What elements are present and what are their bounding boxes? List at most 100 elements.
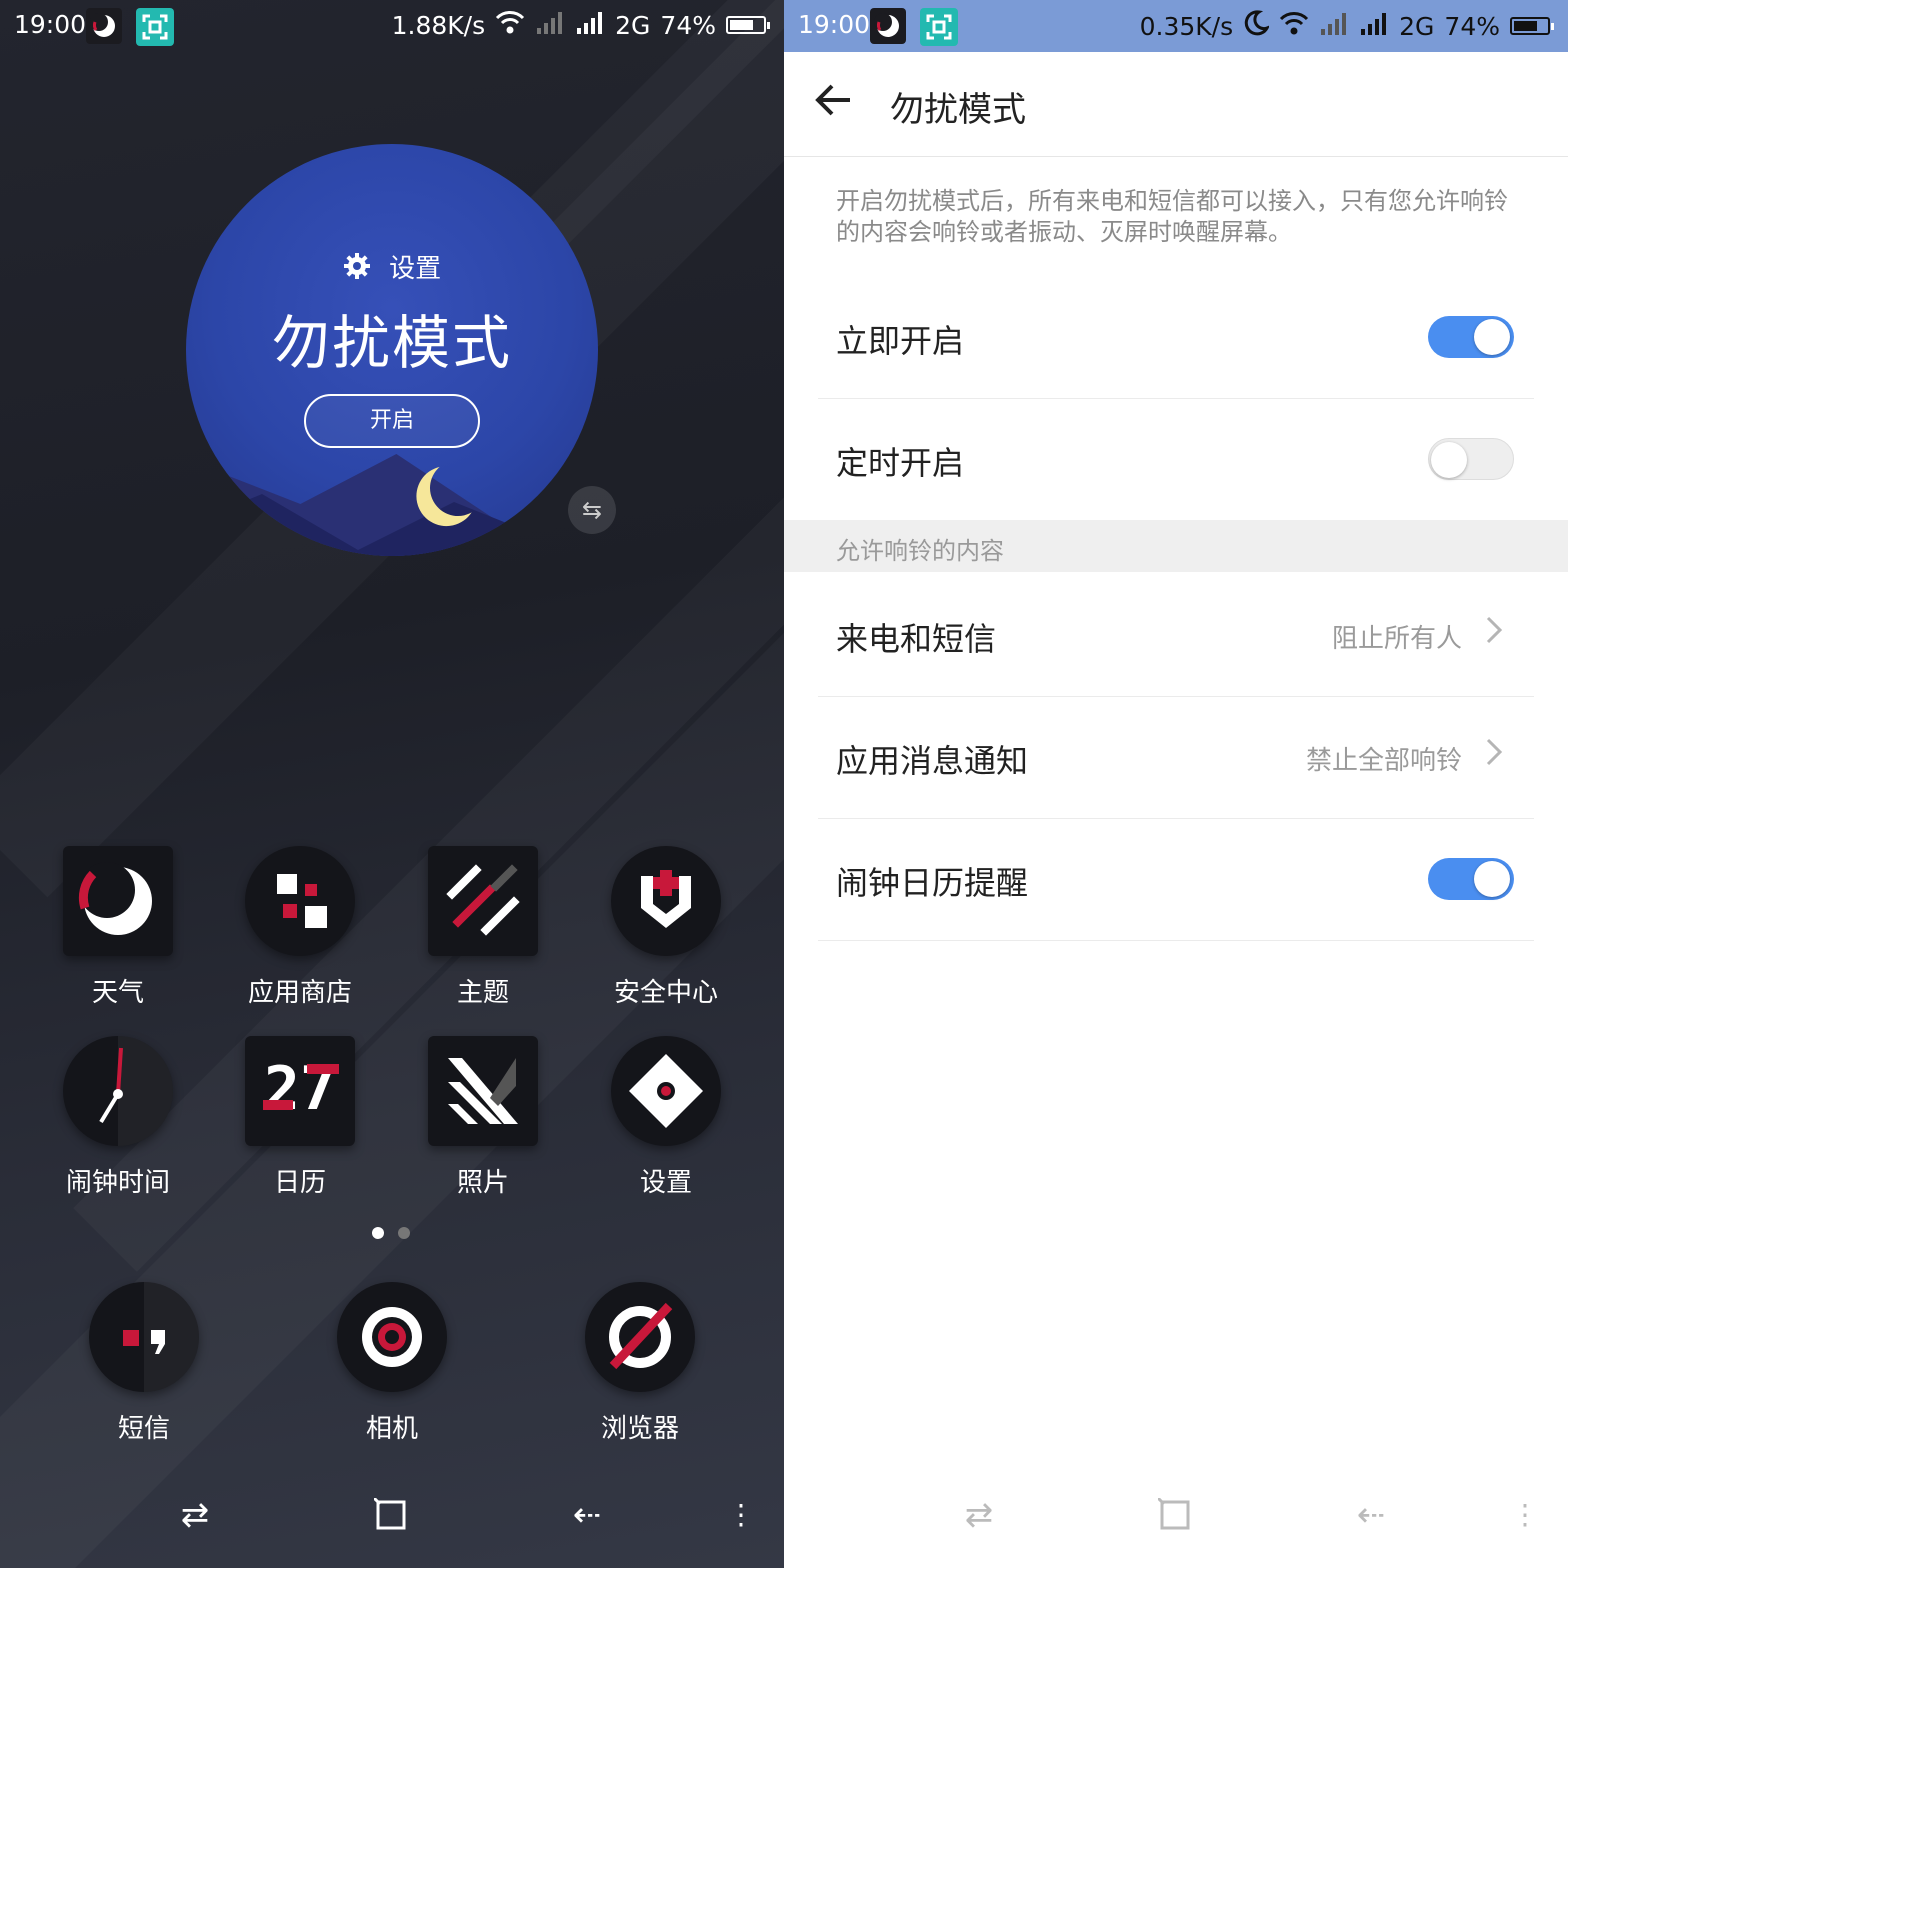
back-arrow-icon[interactable]: ⇠ [562,1490,612,1540]
dnd-moon-icon [86,8,122,44]
app-label: 应用商店 [247,978,352,1008]
toggle-scheduled[interactable] [1428,438,1514,480]
app-label: 主题 [456,978,509,1008]
app-label: 照片 [456,1168,509,1198]
app-weather[interactable]: 天气 [28,846,208,1009]
battery-icon [1510,17,1554,35]
clock-icon [63,1036,173,1146]
app-label: 设置 [639,1168,692,1198]
camera-icon [337,1282,447,1392]
status-time: 19:00 [14,10,87,39]
settings-icon [611,1036,721,1146]
app-label: 闹钟时间 [65,1168,170,1198]
page-dot[interactable] [398,1227,410,1239]
home-square-icon[interactable] [366,1490,416,1540]
row-alarm-calendar[interactable]: 闹钟日历提醒 [818,818,1534,941]
gear-icon [343,253,379,287]
home-screen: 19:00 1.88K/s 2G 74% 设置 勿扰模式 开启 ⇆ 天气 应用商… [0,0,784,1568]
app-photos[interactable]: 照片 [393,1036,573,1199]
row-label: 立即开启 [836,322,965,360]
app-store-icon [245,846,355,956]
widget-settings-label: 设置 [389,254,442,284]
menu-icon[interactable]: ⋮ [716,1490,766,1540]
screenshot-scan-icon [920,8,958,46]
signal-full-icon [1359,11,1389,41]
dnd-settings-screen: 19:00 0.35K/s 2G 74% 勿扰模式 开启勿扰模式后，所有来电和短… [784,0,1568,1568]
app-bar: 勿扰模式 [784,52,1568,157]
status-bar: 19:00 1.88K/s 2G 74% [0,0,784,52]
switch-icon[interactable]: ⇄ [170,1490,220,1540]
page-title: 勿扰模式 [890,90,1026,130]
row-app-notifications[interactable]: 应用消息通知 禁止全部响铃 [818,696,1534,819]
toggle-alarm-calendar[interactable] [1428,858,1514,900]
wifi-icon [1279,11,1309,41]
app-settings[interactable]: 设置 [576,1036,756,1199]
widget-title: 勿扰模式 [271,309,512,377]
signal-empty-icon [1319,11,1349,41]
battery-fill [730,20,753,30]
app-store[interactable]: 应用商店 [210,846,390,1009]
battery-icon [726,16,770,34]
section-header: 允许响铃的内容 [784,520,1568,572]
status-bar: 19:00 0.35K/s 2G 74% [784,0,1568,52]
home-square-icon[interactable] [1150,1490,1200,1540]
page-dot-active[interactable] [372,1227,384,1239]
app-security[interactable]: 安全中心 [576,846,756,1009]
dnd-crescent-icon [1243,10,1271,42]
back-arrow-icon[interactable] [814,80,854,130]
browser-icon [585,1282,695,1392]
network-type: 2G [1399,11,1435,41]
battery-percent: 74% [1444,11,1500,41]
app-camera[interactable]: 相机 [302,1282,482,1445]
app-calendar[interactable]: 27 日历 [210,1036,390,1199]
weather-moon-icon [63,846,173,956]
nav-bar: ⇄ ⇠ ⋮ [784,1490,1568,1540]
row-label: 定时开启 [836,444,965,482]
app-label: 日历 [273,1168,326,1198]
screenshot-scan-icon [136,8,174,46]
widget-enable-button[interactable]: 开启 [304,394,480,448]
app-label: 短信 [117,1414,170,1444]
row-calls-sms[interactable]: 来电和短信 阻止所有人 [818,574,1534,697]
app-messages[interactable]: 短信 [54,1282,234,1445]
app-label: 安全中心 [613,978,718,1008]
security-shield-icon [611,846,721,956]
calendar-icon: 27 [245,1036,355,1146]
row-scheduled[interactable]: 定时开启 [818,398,1534,520]
widget-settings-link[interactable]: 设置 [186,248,598,287]
theme-icon [428,846,538,956]
app-label: 浏览器 [600,1414,679,1444]
menu-icon[interactable]: ⋮ [1500,1490,1550,1540]
section-header-label: 允许响铃的内容 [836,537,1004,565]
chevron-right-icon [1484,612,1504,657]
row-label: 应用消息通知 [836,742,1029,780]
app-label: 相机 [365,1414,418,1444]
battery-percent: 74% [660,10,716,40]
network-speed: 1.88K/s [391,10,486,40]
battery-fill [1514,21,1537,31]
widget-swap-icon[interactable]: ⇆ [568,486,616,534]
toggle-knob [1431,442,1467,478]
app-browser[interactable]: 浏览器 [550,1282,730,1445]
dnd-moon-icon [870,8,906,44]
app-clock[interactable]: 闹钟时间 [28,1036,208,1199]
row-label: 闹钟日历提醒 [836,864,1029,902]
row-enable-now[interactable]: 立即开启 [818,276,1534,399]
back-arrow-icon[interactable]: ⇠ [1346,1490,1396,1540]
dnd-widget[interactable]: 设置 勿扰模式 开启 [186,144,598,556]
chevron-right-icon [1484,734,1504,779]
switch-icon[interactable]: ⇄ [954,1490,1004,1540]
network-type: 2G [615,10,651,40]
signal-empty-icon [535,10,565,40]
dnd-description: 开启勿扰模式后，所有来电和短信都可以接入，只有您允许响铃的内容会响铃或者振动、灭… [836,187,1508,246]
row-value: 禁止全部响铃 [1305,746,1462,776]
row-value: 阻止所有人 [1331,624,1462,654]
nav-bar: ⇄ ⇠ ⋮ [0,1490,784,1540]
toggle-enable-now[interactable] [1428,316,1514,358]
photos-icon [428,1036,538,1146]
signal-full-icon [575,10,605,40]
status-time: 19:00 [798,10,871,39]
app-theme[interactable]: 主题 [393,846,573,1009]
messages-icon [89,1282,199,1392]
network-speed: 0.35K/s [1139,11,1234,41]
